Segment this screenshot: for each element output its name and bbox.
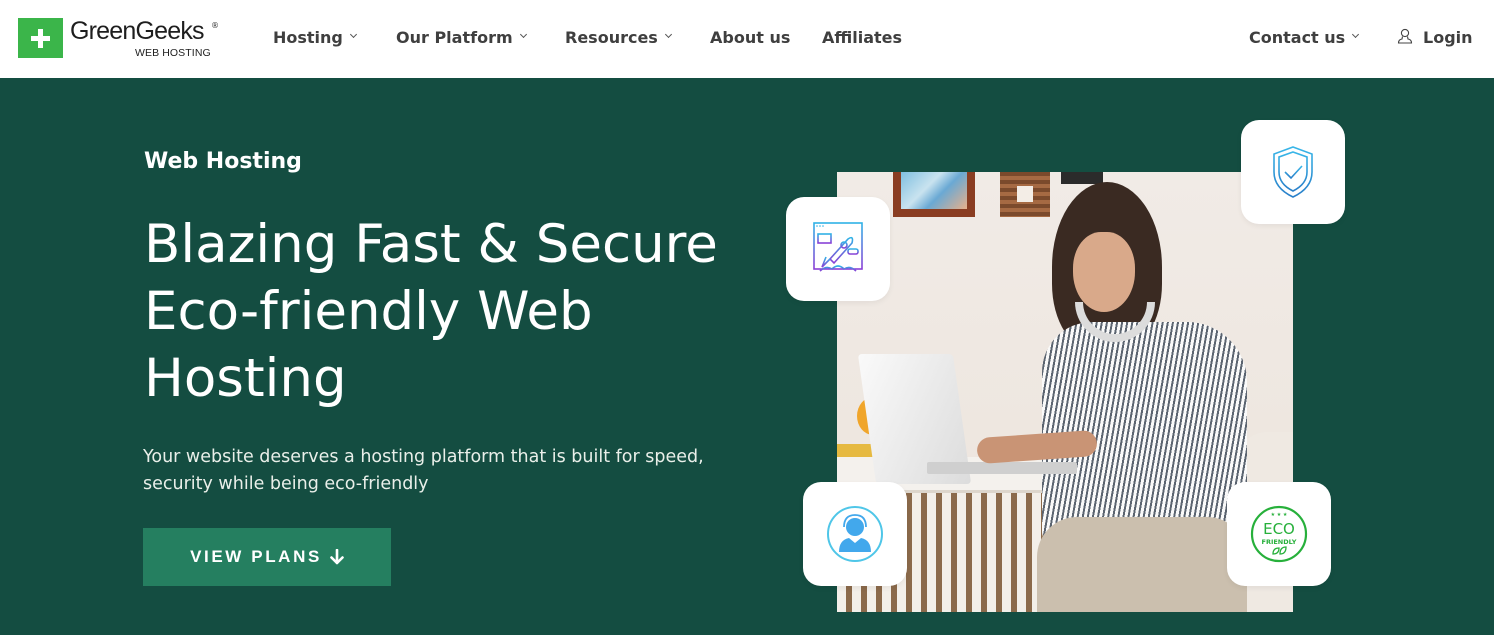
description-line: security while being eco-friendly <box>143 474 429 494</box>
nav-affiliates-label: Affiliates <box>822 28 903 47</box>
view-plans-label: VIEW PLANS <box>190 547 322 566</box>
nav-affiliates[interactable]: Affiliates <box>822 28 902 47</box>
chevron-down-icon <box>1352 30 1360 39</box>
nav-hosting-label: Hosting <box>273 28 343 47</box>
view-plans-button[interactable]: VIEW PLANS <box>143 528 391 586</box>
friendly-text: FRIENDLY <box>1262 538 1297 546</box>
chevron-down-icon <box>349 30 357 39</box>
nav-our-platform[interactable]: Our Platform <box>396 28 527 47</box>
login-link[interactable]: Login <box>1397 28 1473 47</box>
laptop-base <box>927 462 1077 474</box>
logo-tagline: WEB HOSTING <box>135 47 211 59</box>
eco-friendly-icon: ECO FRIENDLY ★ ★ ★ <box>1250 505 1308 563</box>
nav-about-us-label: About us <box>710 28 791 47</box>
user-icon <box>1397 28 1413 44</box>
headline-line: Blazing Fast & Secure <box>144 214 718 275</box>
nav-contact-us-label: Contact us <box>1249 28 1346 47</box>
chevron-down-icon <box>664 30 672 39</box>
nav-contact-us[interactable]: Contact us <box>1249 28 1360 47</box>
chevron-down-icon <box>519 30 527 39</box>
plus-icon <box>18 18 63 58</box>
support-badge <box>803 482 907 586</box>
description-line: Your website deserves a hosting platform… <box>143 447 704 467</box>
site-header: GreenGeeks ® WEB HOSTING Hosting Our Pla… <box>0 0 1494 78</box>
wall-art-frame <box>893 172 975 217</box>
wall-art-frame <box>1061 172 1103 184</box>
support-agent-icon <box>827 506 883 562</box>
logo-wordmark: GreenGeeks ® WEB HOSTING <box>70 17 220 60</box>
logo-name: GreenGeeks <box>70 17 205 45</box>
wall-art-frame <box>1000 172 1050 217</box>
eco-text: ECO <box>1263 520 1295 538</box>
speed-rocket-icon <box>813 222 863 272</box>
nav-resources-label: Resources <box>565 28 658 47</box>
nav-hosting[interactable]: Hosting <box>273 28 357 47</box>
security-shield-icon <box>1273 146 1313 198</box>
registered-mark: ® <box>211 21 219 30</box>
nav-our-platform-label: Our Platform <box>396 28 513 47</box>
hero-headline: Blazing Fast & Secure Eco-friendly Web H… <box>144 211 764 412</box>
headline-line: Hosting <box>144 348 347 409</box>
speed-badge <box>786 197 890 301</box>
hero-eyebrow: Web Hosting <box>144 149 302 174</box>
headline-line: Eco-friendly Web <box>144 281 593 342</box>
greengeeks-logo[interactable]: GreenGeeks ® WEB HOSTING <box>18 17 220 60</box>
svg-text:★ ★ ★: ★ ★ ★ <box>1271 512 1288 518</box>
nav-resources[interactable]: Resources <box>565 28 672 47</box>
security-badge <box>1241 120 1345 224</box>
person-face <box>1073 232 1135 312</box>
arrow-down-icon <box>330 549 344 565</box>
person-pants <box>1037 517 1247 612</box>
hero-description: Your website deserves a hosting platform… <box>143 444 743 498</box>
nav-about-us[interactable]: About us <box>710 28 790 47</box>
eco-badge: ECO FRIENDLY ★ ★ ★ <box>1227 482 1331 586</box>
login-label: Login <box>1423 28 1473 47</box>
